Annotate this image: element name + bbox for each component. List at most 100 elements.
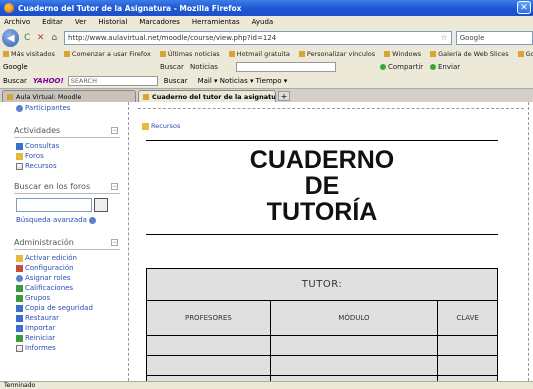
- moodle-favicon-icon: [7, 93, 13, 100]
- resources-link-label: Recursos: [151, 122, 181, 130]
- forum-search-title: Buscar en los foros: [14, 182, 91, 191]
- cover-title-line2: DE: [304, 172, 340, 200]
- bookmarks-bar: Más visitados Comenzar a usar Firefox Úl…: [0, 48, 533, 60]
- admin-item-roles[interactable]: Asignar roles: [16, 274, 71, 282]
- table-cell: [269, 355, 439, 376]
- address-url: http://www.aulavirtual.net/moodle/course…: [68, 34, 277, 42]
- admin-item-label: Copia de seguridad: [25, 304, 93, 312]
- cover-bottom-rule: [146, 234, 498, 235]
- admin-item-backup[interactable]: Copia de seguridad: [16, 304, 93, 312]
- reset-icon: [16, 334, 23, 342]
- cover-top-rule: [146, 140, 498, 141]
- cover-title-line3: TUTORÍA: [266, 198, 378, 226]
- bookmark-item[interactable]: Hotmail gratuita: [229, 50, 290, 58]
- resources-link[interactable]: Recursos: [142, 122, 180, 130]
- import-icon: [16, 324, 23, 332]
- reports-icon: [16, 344, 23, 352]
- forum-search-button[interactable]: [94, 198, 108, 212]
- bookmark-star-icon[interactable]: ☆: [441, 33, 448, 42]
- back-button[interactable]: ◀: [2, 29, 20, 47]
- menu-archivo[interactable]: Archivo: [4, 18, 30, 26]
- admin-item-label: Restaurar: [25, 314, 60, 322]
- menu-herramientas[interactable]: Herramientas: [192, 18, 240, 26]
- admin-item-groups[interactable]: Grupos: [16, 294, 50, 302]
- resource-icon: [16, 162, 23, 170]
- cover-title-line1: CUADERNO: [249, 146, 395, 174]
- admin-item-grades[interactable]: Calificaciones: [16, 284, 73, 292]
- toolbar-send-button[interactable]: Enviar: [430, 63, 460, 71]
- tab-cuaderno[interactable]: Cuaderno del tutor de la asignatura ✕: [138, 90, 276, 102]
- admin-item-settings[interactable]: Configuración: [16, 264, 74, 272]
- home-button[interactable]: ⌂: [48, 32, 60, 44]
- menu-marcadores[interactable]: Marcadores: [139, 18, 180, 26]
- sidebar-item-consultas[interactable]: Consultas: [16, 142, 59, 150]
- sidebar-item-foros[interactable]: Foros: [16, 152, 44, 160]
- admin-item-label: Asignar roles: [25, 274, 71, 282]
- tab-moodle[interactable]: Aula Virtual: Moodle: [2, 90, 136, 102]
- table-cell: [437, 355, 498, 376]
- bookmark-item[interactable]: Últimas noticias: [160, 50, 220, 58]
- reload-button[interactable]: C: [21, 32, 33, 44]
- address-bar[interactable]: http://www.aulavirtual.net/moodle/course…: [64, 31, 452, 45]
- resource-icon: [142, 122, 149, 130]
- tutor-header-cell: TUTOR:: [146, 268, 498, 301]
- bookmark-item[interactable]: Windows: [384, 50, 421, 58]
- activities-block-header: Actividades −: [14, 124, 120, 138]
- admin-item-label: Reiniciar: [25, 334, 56, 342]
- yahoo-search-button[interactable]: Buscar: [164, 77, 188, 85]
- menu-editar[interactable]: Editar: [42, 18, 63, 26]
- admin-item-label: Configuración: [25, 264, 74, 272]
- stop-button[interactable]: ✕: [35, 32, 47, 44]
- bookmark-item[interactable]: Galería de Web Slices: [430, 50, 508, 58]
- toolbar-news-button[interactable]: Noticias: [190, 63, 218, 71]
- admin-item-restore[interactable]: Restaurar: [16, 314, 59, 322]
- toolbar-search-button[interactable]: Buscar: [160, 63, 184, 71]
- admin-item-label: Grupos: [25, 294, 51, 302]
- table-cell: [146, 335, 271, 356]
- table-row: [146, 335, 498, 356]
- bookmark-item[interactable]: Más visitados: [3, 50, 55, 58]
- send-icon: [430, 64, 436, 70]
- bookmark-item[interactable]: Comenzar a usar Firefox: [64, 50, 151, 58]
- navigation-bar: ◀ C ✕ ⌂ http://www.aulavirtual.net/moodl…: [0, 28, 533, 48]
- page-content: Participantes Actividades − Consultas Fo…: [0, 102, 533, 381]
- new-tab-button[interactable]: +: [278, 91, 290, 101]
- browser-search-input[interactable]: Google: [455, 31, 533, 45]
- participants-link[interactable]: Participantes: [16, 104, 70, 112]
- groups-icon: [16, 294, 23, 302]
- toolbar-search-input[interactable]: [236, 62, 336, 72]
- forum-search-input[interactable]: [16, 198, 92, 212]
- activities-title: Actividades: [14, 126, 61, 135]
- help-icon[interactable]: [88, 216, 96, 224]
- admin-item-label: Importar: [25, 324, 56, 332]
- collapse-toggle-icon[interactable]: −: [111, 239, 118, 246]
- yahoo-extras[interactable]: Mail ▾ Noticias ▾ Tiempo ▾: [198, 77, 288, 85]
- column-header-modulo: MÓDULO: [269, 300, 439, 336]
- advanced-search-label: Búsqueda avanzada: [16, 216, 87, 224]
- admin-item-import[interactable]: Importar: [16, 324, 55, 332]
- column-header-clave: CLAVE: [437, 300, 498, 336]
- sidebar-item-recursos[interactable]: Recursos: [16, 162, 57, 170]
- settings-icon: [16, 264, 23, 272]
- column-divider: [128, 102, 129, 381]
- menu-ayuda[interactable]: Ayuda: [252, 18, 274, 26]
- google-toolbar-brand[interactable]: Google: [3, 63, 28, 71]
- browser-search-placeholder: Google: [459, 34, 485, 42]
- menu-ver[interactable]: Ver: [75, 18, 86, 26]
- bookmark-item[interactable]: Google: [518, 50, 533, 58]
- toolbar-share-button[interactable]: Compartir: [380, 63, 423, 71]
- menu-historial[interactable]: Historial: [98, 18, 127, 26]
- admin-item-edit[interactable]: Activar edición: [16, 254, 77, 262]
- tutor-table: TUTOR: PROFESORES MÓDULO CLAVE: [146, 268, 498, 381]
- admin-item-reset[interactable]: Reiniciar: [16, 334, 55, 342]
- close-window-button[interactable]: ✕: [517, 1, 531, 14]
- moodle-favicon-icon: [143, 93, 149, 100]
- collapse-toggle-icon[interactable]: −: [111, 127, 118, 134]
- bookmark-item[interactable]: Personalizar vínculos: [299, 50, 375, 58]
- admin-item-reports[interactable]: Informes: [16, 344, 56, 352]
- collapse-toggle-icon[interactable]: −: [111, 183, 118, 190]
- advanced-search-link[interactable]: Búsqueda avanzada: [16, 216, 98, 224]
- yahoo-search-input[interactable]: SEARCH: [67, 76, 158, 86]
- yahoo-logo[interactable]: YAHOO!: [33, 77, 64, 85]
- google-toolbar: Google Buscar Noticias Compartir Enviar: [0, 60, 533, 74]
